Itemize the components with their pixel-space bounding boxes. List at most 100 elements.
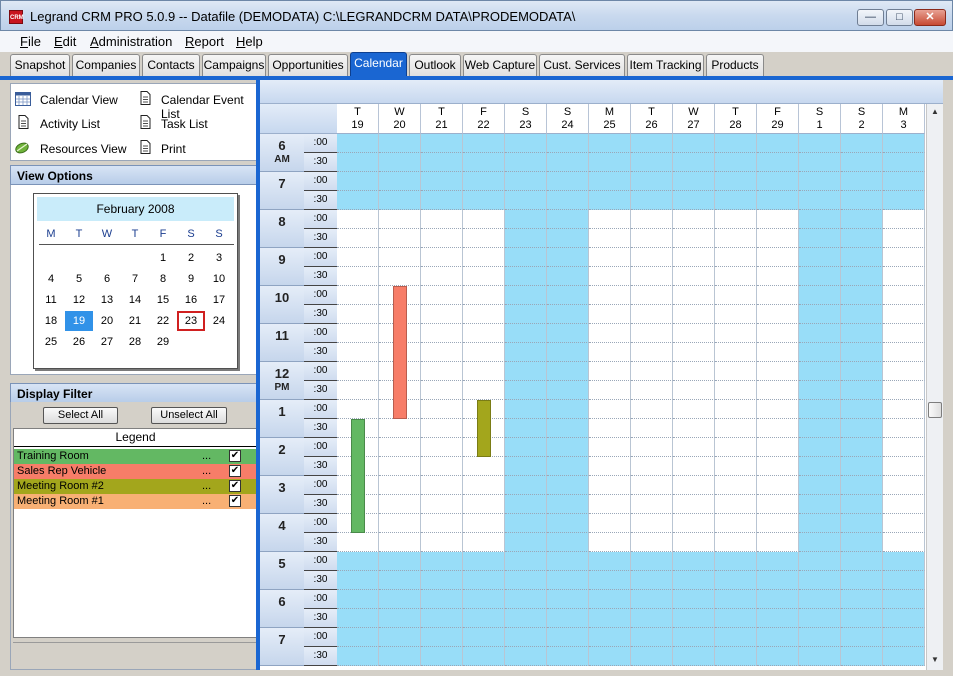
time-slot[interactable]: [883, 495, 925, 514]
time-slot[interactable]: [799, 267, 841, 286]
time-slot[interactable]: [379, 495, 421, 514]
time-slot[interactable]: [379, 134, 421, 153]
time-slot[interactable]: [589, 476, 631, 495]
tab-companies[interactable]: Companies: [72, 54, 140, 76]
time-slot[interactable]: [547, 191, 589, 210]
time-slot[interactable]: [631, 628, 673, 647]
day-column-header[interactable]: S 24: [547, 104, 589, 134]
time-slot[interactable]: [799, 457, 841, 476]
time-slot[interactable]: [673, 229, 715, 248]
time-slot[interactable]: [547, 476, 589, 495]
time-slot[interactable]: [883, 134, 925, 153]
time-slot[interactable]: [631, 609, 673, 628]
time-slot[interactable]: [463, 267, 505, 286]
time-slot[interactable]: [421, 305, 463, 324]
time-slot[interactable]: [421, 381, 463, 400]
time-slot[interactable]: [547, 419, 589, 438]
time-slot[interactable]: [673, 533, 715, 552]
time-slot[interactable]: [715, 533, 757, 552]
time-slot[interactable]: [673, 400, 715, 419]
time-slot[interactable]: [421, 210, 463, 229]
day-column-header[interactable]: F 29: [757, 104, 799, 134]
time-slot[interactable]: [505, 609, 547, 628]
time-slot[interactable]: [883, 514, 925, 533]
time-slot[interactable]: [841, 552, 883, 571]
day-column-header[interactable]: T 21: [421, 104, 463, 134]
time-slot[interactable]: [631, 229, 673, 248]
time-slot[interactable]: [841, 495, 883, 514]
time-slot[interactable]: [715, 438, 757, 457]
time-slot[interactable]: [841, 590, 883, 609]
tab-outlook[interactable]: Outlook: [409, 54, 461, 76]
time-slot[interactable]: [883, 400, 925, 419]
time-slot[interactable]: [631, 419, 673, 438]
time-slot[interactable]: [673, 647, 715, 666]
time-slot[interactable]: [463, 305, 505, 324]
time-slot[interactable]: [673, 153, 715, 172]
time-slot[interactable]: [883, 457, 925, 476]
tab-item-tracking[interactable]: Item Tracking: [627, 54, 704, 76]
time-slot[interactable]: [337, 286, 379, 305]
time-slot[interactable]: [841, 533, 883, 552]
time-slot[interactable]: [757, 590, 799, 609]
time-slot[interactable]: [589, 134, 631, 153]
close-icon[interactable]: ✕: [914, 9, 946, 26]
time-slot[interactable]: [547, 343, 589, 362]
time-slot[interactable]: [799, 514, 841, 533]
time-slot[interactable]: [589, 419, 631, 438]
time-slot[interactable]: [715, 419, 757, 438]
time-slot[interactable]: [841, 438, 883, 457]
time-slot[interactable]: [757, 571, 799, 590]
time-slot[interactable]: [505, 172, 547, 191]
time-slot[interactable]: [757, 362, 799, 381]
calendar-day[interactable]: 17: [205, 290, 233, 310]
calendar-day[interactable]: 21: [121, 311, 149, 331]
time-slot[interactable]: [715, 628, 757, 647]
time-slot[interactable]: [589, 438, 631, 457]
time-slot[interactable]: [589, 191, 631, 210]
time-slot[interactable]: [631, 362, 673, 381]
time-slot[interactable]: [463, 647, 505, 666]
time-slot[interactable]: [589, 400, 631, 419]
time-slot[interactable]: [505, 305, 547, 324]
time-slot[interactable]: [421, 229, 463, 248]
time-slot[interactable]: [547, 229, 589, 248]
calendar-day[interactable]: 9: [177, 269, 205, 289]
time-slot[interactable]: [463, 210, 505, 229]
time-slot[interactable]: [589, 628, 631, 647]
time-slot[interactable]: [757, 419, 799, 438]
time-slot[interactable]: [883, 172, 925, 191]
time-slot[interactable]: [337, 267, 379, 286]
time-slot[interactable]: [757, 552, 799, 571]
time-slot[interactable]: [505, 153, 547, 172]
time-slot[interactable]: [673, 210, 715, 229]
time-slot[interactable]: [505, 647, 547, 666]
time-slot[interactable]: [337, 647, 379, 666]
time-slot[interactable]: [757, 305, 799, 324]
time-slot[interactable]: [631, 191, 673, 210]
maximize-icon[interactable]: □: [886, 9, 913, 26]
time-slot[interactable]: [505, 248, 547, 267]
time-slot[interactable]: [673, 248, 715, 267]
time-slot[interactable]: [883, 343, 925, 362]
time-slot[interactable]: [841, 609, 883, 628]
tab-campaigns[interactable]: Campaigns: [202, 54, 266, 76]
time-slot[interactable]: [883, 647, 925, 666]
time-slot[interactable]: [841, 571, 883, 590]
time-slot[interactable]: [883, 229, 925, 248]
time-slot[interactable]: [463, 628, 505, 647]
time-slot[interactable]: [337, 533, 379, 552]
time-slot[interactable]: [673, 609, 715, 628]
time-slot[interactable]: [799, 172, 841, 191]
time-slot[interactable]: [547, 134, 589, 153]
time-slot[interactable]: [505, 495, 547, 514]
time-slot[interactable]: [547, 362, 589, 381]
time-slot[interactable]: [379, 438, 421, 457]
time-slot[interactable]: [631, 533, 673, 552]
time-slot[interactable]: [715, 590, 757, 609]
time-slot[interactable]: [799, 362, 841, 381]
time-slot[interactable]: [673, 571, 715, 590]
legend-item[interactable]: Training Room... ✔: [14, 449, 257, 464]
time-slot[interactable]: [505, 381, 547, 400]
time-slot[interactable]: [757, 609, 799, 628]
